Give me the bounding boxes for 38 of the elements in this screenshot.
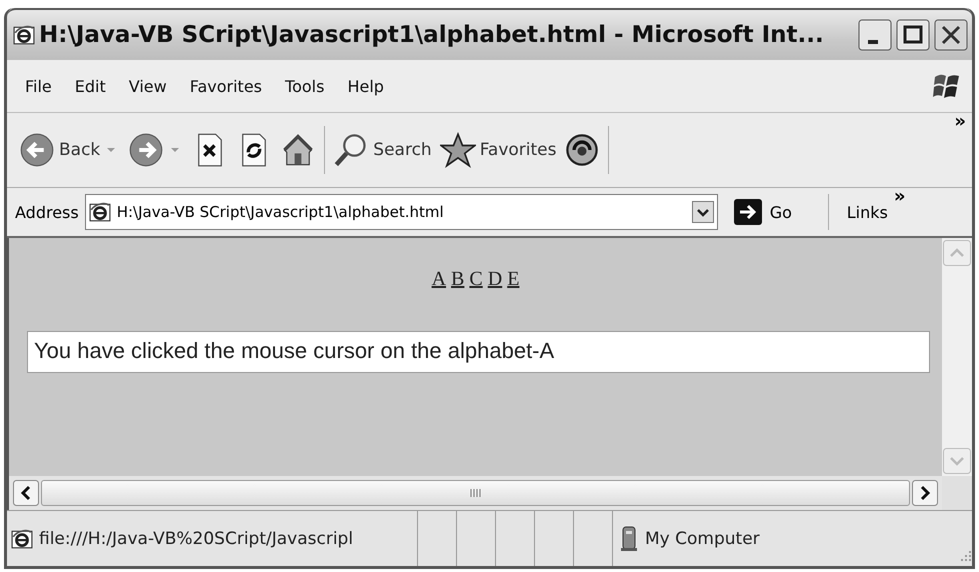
menu-item[interactable]: Favorites <box>190 76 262 96</box>
menu-item[interactable]: Tools <box>285 76 324 96</box>
computer-icon <box>619 526 639 552</box>
scroll-right-icon[interactable] <box>912 480 938 506</box>
scroll-left-icon[interactable] <box>13 480 39 506</box>
search-button[interactable]: Search <box>329 132 436 168</box>
status-text: file:///H:/Java-VB%20SCript/Javascripl <box>39 528 354 548</box>
menu-item[interactable]: File <box>25 76 52 96</box>
minimize-button[interactable] <box>858 19 892 51</box>
scroll-thumb[interactable] <box>41 480 910 506</box>
menu-item[interactable]: Edit <box>74 76 106 96</box>
address-label: Address <box>15 202 79 222</box>
address-field[interactable]: H:\Java-VB SCript\Javascript1\alphabet.html <box>84 194 718 230</box>
go-button[interactable]: Go <box>724 199 814 225</box>
star-icon <box>440 132 476 168</box>
horizontal-scrollbar[interactable] <box>7 476 942 510</box>
menu-item[interactable]: View <box>128 76 167 96</box>
page-icon <box>11 528 33 550</box>
letter-link[interactable]: B <box>451 268 464 291</box>
letter-link[interactable]: A <box>432 268 446 291</box>
grip-icon <box>470 488 482 498</box>
favorites-button[interactable]: Favorites <box>436 132 560 168</box>
letter-link[interactable]: C <box>469 268 483 291</box>
window-title: H:\Java-VB SCript\Javascript1\alphabet.html - Microsoft Int... <box>39 22 825 48</box>
page-icon <box>13 24 35 46</box>
links-overflow[interactable]: » <box>894 186 906 207</box>
zone-text: My Computer <box>645 528 760 548</box>
maximize-button[interactable] <box>896 19 930 51</box>
links-button[interactable]: Links <box>846 202 888 222</box>
letter-link[interactable]: D <box>488 268 502 291</box>
media-icon <box>564 132 600 168</box>
letter-link[interactable]: E <box>507 268 520 291</box>
toolbar-overflow[interactable]: » <box>954 111 966 132</box>
message-field: You have clicked the mouse cursor on the alphabet-A <box>27 331 930 373</box>
page-icon <box>88 201 111 223</box>
close-button[interactable] <box>934 19 968 51</box>
back-button[interactable]: Back <box>15 132 104 168</box>
menu-item[interactable]: Help <box>347 76 384 96</box>
